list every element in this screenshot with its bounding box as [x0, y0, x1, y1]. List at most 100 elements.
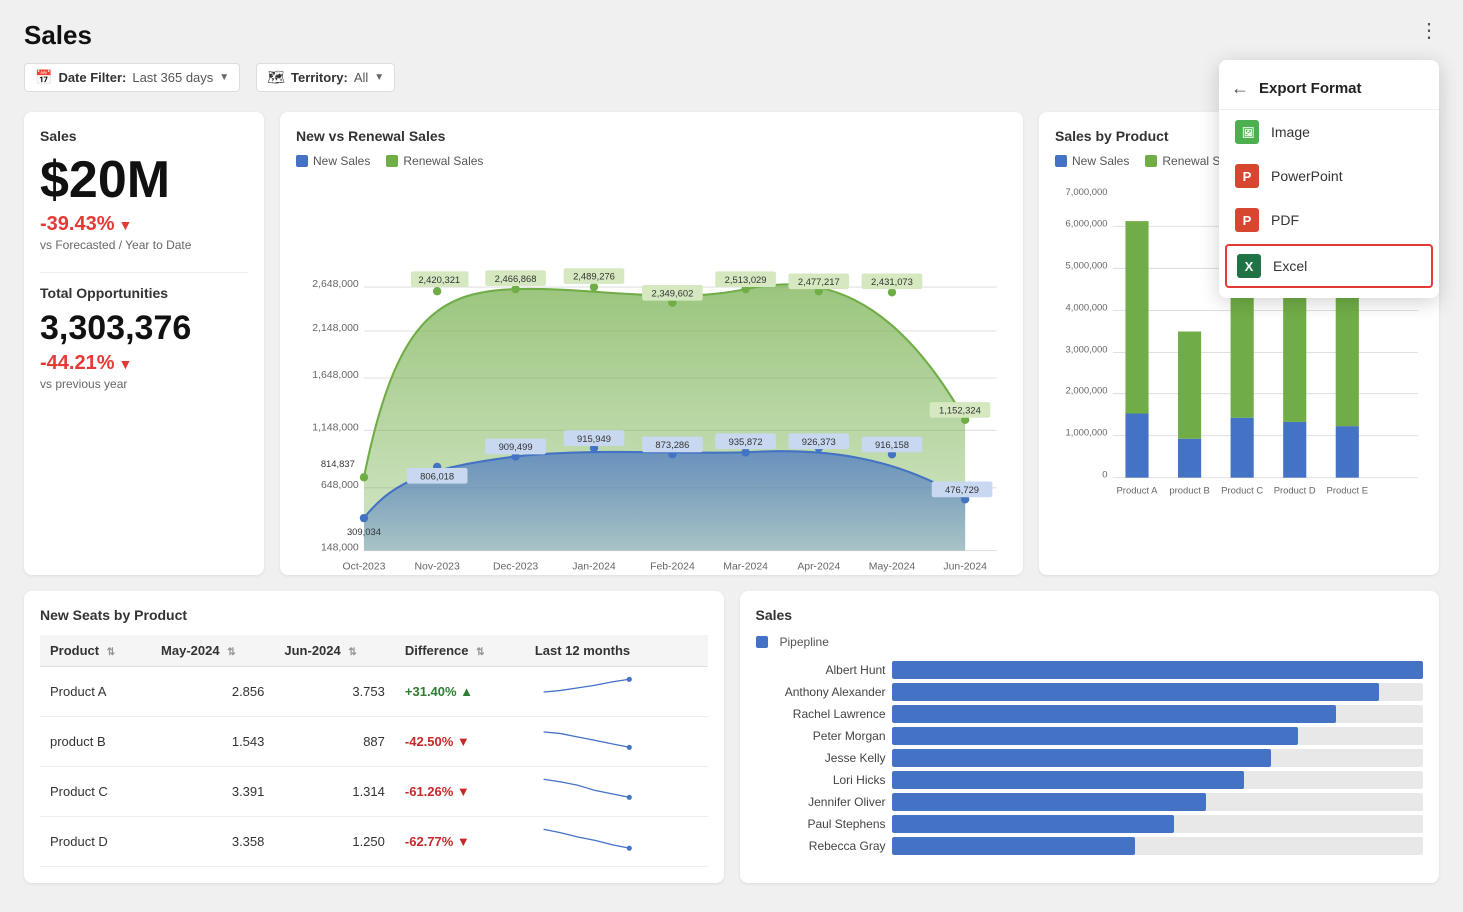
- svg-text:806,018: 806,018: [420, 470, 454, 481]
- col-last12: Last 12 months: [525, 635, 708, 667]
- territory-filter-value: All: [354, 70, 368, 85]
- ppt-export-icon: P: [1235, 164, 1259, 188]
- export-title: Export Format: [1259, 80, 1362, 97]
- svg-text:Product A: Product A: [1117, 485, 1159, 496]
- export-excel-label: Excel: [1273, 258, 1307, 274]
- export-item-pdf[interactable]: P PDF: [1219, 198, 1439, 242]
- cell-product: Product A: [40, 667, 151, 717]
- svg-text:2,477,217: 2,477,217: [798, 276, 840, 287]
- territory-filter-chevron: ▼: [374, 72, 384, 83]
- page-container: Sales ⋮ 📅 Date Filter: Last 365 days ▼ 🗺…: [0, 0, 1463, 903]
- svg-text:🖼: 🖼: [1242, 127, 1255, 139]
- date-filter-label: Date Filter:: [58, 70, 126, 85]
- svg-text:Jun-2024: Jun-2024: [943, 561, 987, 572]
- export-pdf-label: PDF: [1271, 212, 1299, 228]
- export-item-excel[interactable]: X Excel: [1225, 244, 1433, 288]
- cell-jun: 887: [274, 717, 395, 767]
- export-item-ppt[interactable]: P PowerPoint: [1219, 154, 1439, 198]
- cell-last12: [525, 767, 708, 817]
- svg-text:916,158: 916,158: [875, 439, 909, 450]
- cell-jun: 1.314: [274, 767, 395, 817]
- legend-renewal-dot: [386, 155, 398, 167]
- svg-text:873,286: 873,286: [655, 439, 689, 450]
- export-back-icon[interactable]: ←: [1231, 78, 1249, 99]
- legend-renewal-label: Renewal Sales: [403, 154, 483, 168]
- bar-fill: [892, 793, 1207, 811]
- by-product-legend-new-label: New Sales: [1072, 154, 1129, 168]
- export-item-image[interactable]: 🖼 Image: [1219, 110, 1439, 154]
- cell-diff: -42.50% ▼: [395, 717, 525, 767]
- bar-track: [892, 815, 1424, 833]
- cell-diff: -61.26% ▼: [395, 767, 525, 817]
- sort-product-icon[interactable]: ⇅: [107, 647, 115, 658]
- svg-text:2,431,073: 2,431,073: [871, 276, 913, 287]
- bar-label: Jesse Kelly: [756, 751, 886, 765]
- bar-fill: [892, 683, 1380, 701]
- svg-text:Feb-2024: Feb-2024: [650, 561, 695, 572]
- sort-may-icon[interactable]: ⇅: [227, 647, 235, 658]
- legend-new-dot: [296, 155, 308, 167]
- sort-diff-icon[interactable]: ⇅: [476, 647, 484, 658]
- new-seats-title: New Seats by Product: [40, 607, 708, 623]
- svg-text:4,000,000: 4,000,000: [1066, 302, 1108, 313]
- opportunities-kpi-value: 3,303,376: [40, 309, 248, 348]
- sales-pipeline-panel: Sales Pipepline Albert Hunt Anthony Alex…: [740, 591, 1440, 883]
- pipeline-bar-row: Jesse Kelly: [756, 749, 1424, 767]
- svg-text:814,837: 814,837: [321, 458, 355, 469]
- svg-text:915,949: 915,949: [577, 433, 611, 444]
- pdf-export-icon: P: [1235, 208, 1259, 232]
- bar-label: Jennifer Oliver: [756, 795, 886, 809]
- bar-label: Albert Hunt: [756, 663, 886, 677]
- more-options-button[interactable]: ⋮: [1419, 18, 1439, 43]
- svg-text:648,000: 648,000: [321, 480, 359, 491]
- col-product: Product ⇅: [40, 635, 151, 667]
- sales-kpi-change: -39.43% ▼: [40, 213, 248, 236]
- bar-fill: [892, 815, 1174, 833]
- col-jun: Jun-2024 ⇅: [274, 635, 395, 667]
- cell-diff: +31.40% ▲: [395, 667, 525, 717]
- by-product-legend-renewal-dot: [1145, 155, 1157, 167]
- bar-track: [892, 837, 1424, 855]
- territory-filter-button[interactable]: 🗺 Territory: All ▼: [256, 63, 395, 92]
- date-filter-chevron: ▼: [219, 72, 229, 83]
- svg-text:2,000,000: 2,000,000: [1066, 386, 1108, 397]
- image-export-icon: 🖼: [1235, 120, 1259, 144]
- bar-label: Rachel Lawrence: [756, 707, 886, 721]
- pipeline-bar-row: Peter Morgan: [756, 727, 1424, 745]
- page-title: Sales: [24, 20, 1439, 51]
- svg-text:Product C: Product C: [1221, 485, 1263, 496]
- svg-text:Apr-2024: Apr-2024: [797, 561, 840, 572]
- bar-track: [892, 705, 1424, 723]
- svg-text:1,648,000: 1,648,000: [312, 370, 359, 381]
- date-filter-button[interactable]: 📅 Date Filter: Last 365 days ▼: [24, 63, 240, 92]
- by-product-legend-new: New Sales: [1055, 154, 1129, 168]
- cell-diff: -62.77% ▼: [395, 817, 525, 867]
- cell-may: 2.856: [151, 667, 274, 717]
- calendar-icon: 📅: [35, 69, 52, 86]
- svg-text:Jan-2024: Jan-2024: [572, 561, 616, 572]
- new-seats-panel: New Seats by Product Product ⇅ May-2024 …: [24, 591, 724, 883]
- bar-label: Peter Morgan: [756, 729, 886, 743]
- pipeline-bar-row: Rebecca Gray: [756, 837, 1424, 855]
- svg-text:1,152,324: 1,152,324: [939, 405, 981, 416]
- table-header-row: Product ⇅ May-2024 ⇅ Jun-2024 ⇅ Differen…: [40, 635, 708, 667]
- table-row: Product D 3.358 1.250 -62.77% ▼: [40, 817, 708, 867]
- bar-track: [892, 771, 1424, 789]
- table-row: Product A 2.856 3.753 +31.40% ▲: [40, 667, 708, 717]
- svg-text:Product E: Product E: [1327, 485, 1369, 496]
- export-dropdown: ← Export Format 🖼 Image P PowerPoint P P…: [1219, 60, 1439, 298]
- pipeline-bars-container: Albert Hunt Anthony Alexander Rachel Law…: [756, 661, 1424, 855]
- cell-product: Product C: [40, 767, 151, 817]
- svg-text:909,499: 909,499: [499, 441, 533, 452]
- svg-text:935,872: 935,872: [729, 436, 763, 447]
- cell-jun: 3.753: [274, 667, 395, 717]
- new-vs-renewal-title: New vs Renewal Sales: [296, 128, 1007, 144]
- svg-text:Product D: Product D: [1274, 485, 1316, 496]
- bottom-row: New Seats by Product Product ⇅ May-2024 …: [24, 591, 1439, 883]
- sort-jun-icon[interactable]: ⇅: [348, 647, 356, 658]
- pipeline-bar-row: Rachel Lawrence: [756, 705, 1424, 723]
- svg-text:Oct-2023: Oct-2023: [342, 561, 385, 572]
- opportunities-kpi-vs: vs previous year: [40, 377, 248, 391]
- pipeline-bar-row: Albert Hunt: [756, 661, 1424, 679]
- bar-track: [892, 727, 1424, 745]
